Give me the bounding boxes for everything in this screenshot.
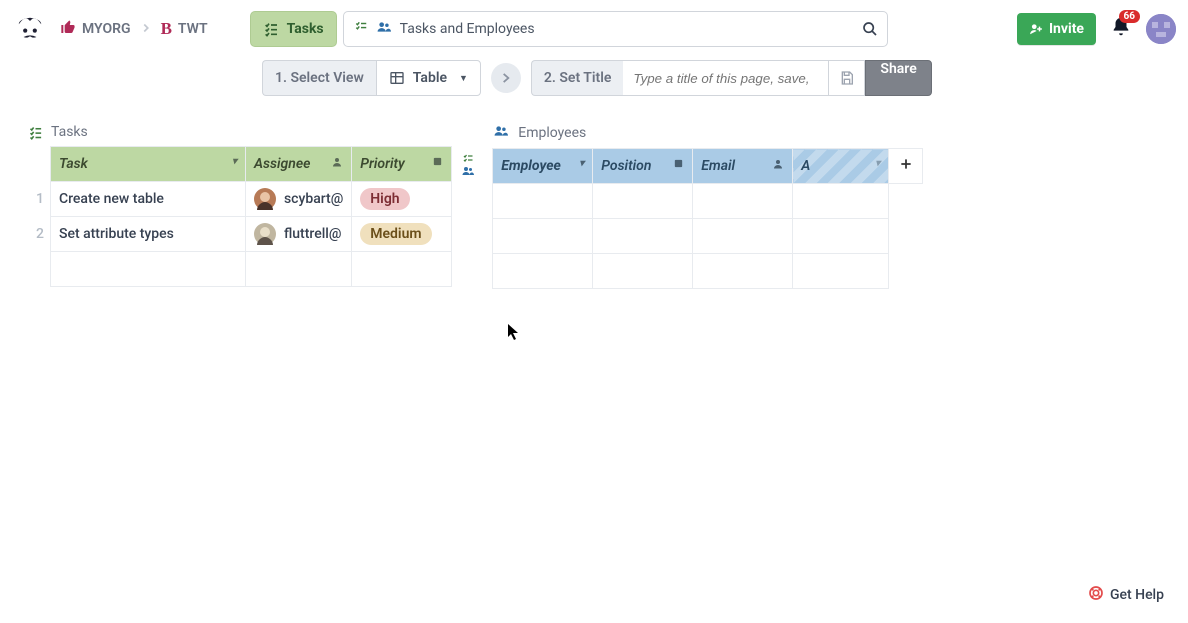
- person-icon: [772, 158, 784, 170]
- tag-icon: [673, 158, 684, 169]
- get-help-label: Get Help: [1110, 587, 1164, 603]
- col-email[interactable]: Email: [693, 149, 793, 184]
- chevron-down-icon: ▾: [232, 156, 237, 167]
- chevron-down-icon: ▾: [579, 158, 584, 169]
- view-type-label: Table: [413, 70, 447, 86]
- invite-label: Invite: [1049, 21, 1084, 37]
- share-label: Share: [880, 61, 916, 77]
- view-type-dropdown[interactable]: Table ▼: [376, 60, 481, 96]
- tab-tasks-label: Tasks: [287, 21, 324, 37]
- table-row-empty[interactable]: [493, 184, 923, 219]
- breadcrumb-project[interactable]: B TWT: [161, 19, 208, 39]
- lifebuoy-icon: [1088, 585, 1104, 605]
- cell-assignee[interactable]: fluttrell@: [245, 217, 351, 252]
- table-row-empty[interactable]: [493, 254, 923, 289]
- step1-select-view[interactable]: 1. Select View: [262, 60, 376, 96]
- breadcrumb-org[interactable]: MYORG: [60, 19, 131, 39]
- employees-table-caption: Employees: [492, 124, 923, 142]
- project-icon: B: [161, 19, 172, 39]
- breadcrumb-org-label: MYORG: [82, 21, 131, 37]
- tasks-small-icon: [354, 20, 368, 38]
- col-priority[interactable]: Priority: [352, 147, 452, 182]
- invite-button[interactable]: Invite: [1017, 13, 1096, 45]
- avatar: [254, 223, 276, 245]
- page-title-input[interactable]: [623, 60, 829, 96]
- table-row-empty[interactable]: [493, 219, 923, 254]
- employees-caption-label: Employees: [518, 125, 586, 141]
- table-row[interactable]: 2 Set attribute types fluttrell@ Medium: [28, 217, 452, 252]
- tasks-table: Task ▾ Assignee Priority 1: [28, 146, 452, 287]
- col-employee[interactable]: Employee ▾: [493, 149, 593, 184]
- save-button[interactable]: [829, 60, 865, 96]
- avatar: [254, 188, 276, 210]
- cell-priority[interactable]: High: [352, 182, 452, 217]
- tag-icon: [432, 156, 443, 167]
- cell-priority[interactable]: Medium: [352, 217, 452, 252]
- col-a-partial[interactable]: A ▾: [793, 149, 889, 184]
- plus-icon: [899, 157, 913, 171]
- breadcrumb: MYORG B TWT: [60, 19, 208, 40]
- notifications-button[interactable]: 66: [1110, 16, 1132, 42]
- step2-set-title[interactable]: 2. Set Title: [531, 60, 624, 96]
- notification-badge: 66: [1119, 10, 1140, 23]
- tasks-caption-label: Tasks: [51, 124, 88, 140]
- step1-label: 1. Select View: [275, 70, 364, 86]
- context-selector[interactable]: Tasks and Employees: [343, 11, 888, 47]
- step2-label: 2. Set Title: [544, 70, 612, 86]
- person-icon: [331, 156, 343, 168]
- col-position[interactable]: Position: [593, 149, 693, 184]
- chevron-down-icon: ▾: [875, 158, 880, 169]
- get-help-button[interactable]: Get Help: [1088, 585, 1164, 605]
- caret-down-icon: ▼: [459, 73, 468, 84]
- context-label: Tasks and Employees: [400, 21, 535, 37]
- col-assignee[interactable]: Assignee: [245, 147, 351, 182]
- table-link-icon[interactable]: [460, 153, 476, 177]
- app-logo[interactable]: [12, 11, 48, 47]
- table-row[interactable]: 1 Create new table scybart@ High: [28, 182, 452, 217]
- search-button[interactable]: [853, 12, 887, 46]
- tasks-table-caption: Tasks: [28, 124, 452, 140]
- employees-table: Employee ▾ Position Email A ▾: [492, 148, 923, 289]
- table-row-empty[interactable]: [28, 252, 452, 287]
- share-button[interactable]: Share: [865, 60, 931, 96]
- people-icon: [376, 20, 392, 38]
- people-icon: [492, 124, 510, 142]
- cell-task[interactable]: Set attribute types: [50, 217, 245, 252]
- mouse-cursor: [507, 323, 521, 345]
- cell-task[interactable]: Create new table: [50, 182, 245, 217]
- apply-arrow-button[interactable]: [491, 63, 521, 93]
- user-avatar[interactable]: [1146, 14, 1176, 44]
- tab-tasks[interactable]: Tasks: [250, 11, 337, 47]
- thumb-up-icon: [60, 19, 76, 39]
- chevron-right-icon: [139, 19, 153, 40]
- add-column-button[interactable]: [889, 149, 923, 184]
- breadcrumb-project-label: TWT: [178, 21, 208, 37]
- cell-assignee[interactable]: scybart@: [245, 182, 351, 217]
- col-task[interactable]: Task ▾: [50, 147, 245, 182]
